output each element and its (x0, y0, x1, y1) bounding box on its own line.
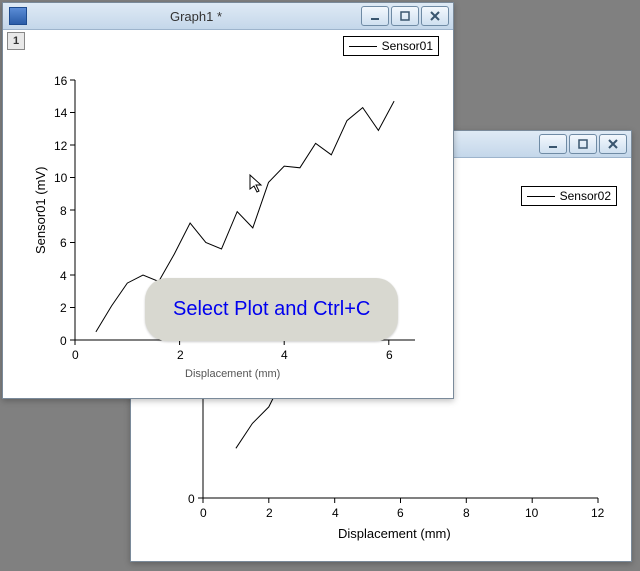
ytick: 14 (54, 106, 67, 120)
layer-tag[interactable]: 1 (7, 32, 25, 50)
xtick: 0 (72, 348, 79, 362)
ylabel-graph1: Sensor01 (mV) (33, 167, 48, 254)
minimize-button[interactable] (539, 134, 567, 154)
close-button[interactable] (421, 6, 449, 26)
xtick: 4 (332, 506, 339, 520)
ytick: 10 (54, 171, 67, 185)
plot-area-graph1[interactable]: 1 Sensor01 0 2 (5, 30, 451, 396)
ytick: 4 (60, 269, 67, 283)
instruction-tooltip: Select Plot and Ctrl+C (145, 278, 398, 341)
ytick: 0 (188, 492, 195, 506)
legend-label: Sensor02 (560, 189, 611, 203)
window-title-graph1: Graph1 * (33, 9, 359, 24)
legend-label: Sensor01 (382, 39, 433, 53)
xlabel-graph1: Displacement (mm) (185, 368, 280, 380)
xtick: 6 (386, 348, 393, 362)
maximize-button[interactable] (391, 6, 419, 26)
legend-graph2[interactable]: Sensor02 (521, 186, 617, 206)
minimize-button[interactable] (361, 6, 389, 26)
legend-swatch (349, 46, 377, 47)
ytick: 0 (60, 334, 67, 348)
close-button[interactable] (599, 134, 627, 154)
ytick: 8 (60, 204, 67, 218)
xtick: 10 (525, 506, 538, 520)
xtick: 2 (266, 506, 273, 520)
xtick: 8 (463, 506, 470, 520)
cursor-icon (250, 175, 266, 195)
titlebar-graph1[interactable]: Graph1 * (3, 3, 453, 30)
ytick: 6 (60, 236, 67, 250)
ytick: 2 (60, 301, 67, 315)
maximize-button[interactable] (569, 134, 597, 154)
legend-graph1[interactable]: Sensor01 (343, 36, 439, 56)
app-icon (9, 7, 27, 25)
xtick: 0 (200, 506, 207, 520)
xtick: 6 (397, 506, 404, 520)
ytick: 12 (54, 139, 67, 153)
ytick: 16 (54, 74, 67, 88)
window-graph1[interactable]: Graph1 * 1 Sensor01 (2, 2, 454, 399)
legend-swatch (527, 196, 555, 197)
xlabel-graph2: Displacement (mm) (338, 526, 451, 541)
xtick: 4 (281, 348, 288, 362)
xtick: 2 (177, 348, 184, 362)
xtick: 12 (591, 506, 604, 520)
